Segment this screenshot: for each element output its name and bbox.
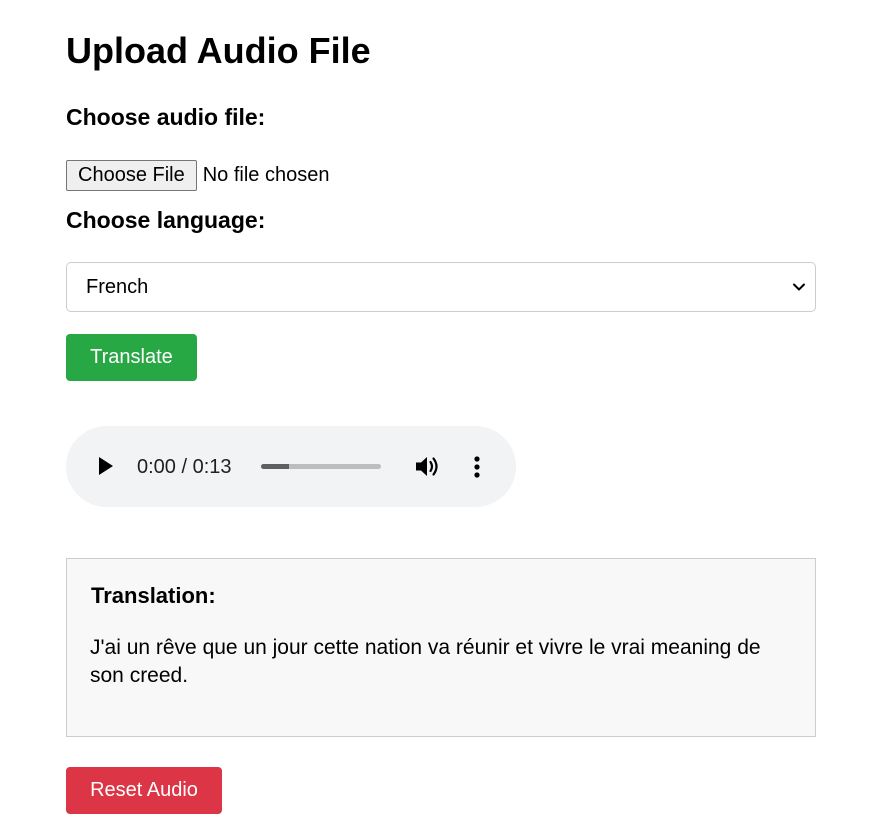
file-input[interactable]: Choose File No file chosen	[66, 159, 329, 191]
audio-seek-progress	[261, 464, 289, 469]
choose-file-button[interactable]: Choose File	[66, 159, 197, 191]
more-vert-icon[interactable]	[474, 456, 480, 478]
page: Upload Audio File Choose audio file: Cho…	[0, 0, 880, 836]
audio-seek-bar[interactable]	[261, 464, 381, 469]
volume-icon[interactable]	[416, 455, 441, 478]
audio-file-label: Choose audio file:	[66, 104, 266, 130]
translate-button[interactable]: Translate	[66, 334, 197, 381]
file-status-text: No file chosen	[202, 164, 330, 186]
language-selected-value: French	[86, 275, 149, 298]
chevron-down-icon	[793, 283, 805, 291]
translation-heading: Translation:	[91, 583, 216, 608]
language-select[interactable]: French	[66, 262, 816, 312]
page-title: Upload Audio File	[66, 30, 371, 71]
translation-text: J'ai un rêve que un jour cette nation va…	[90, 636, 761, 687]
play-icon[interactable]	[99, 457, 113, 475]
audio-player: 0:00 / 0:13	[66, 426, 516, 507]
language-label: Choose language:	[66, 207, 266, 233]
translation-result: Translation: J'ai un rêve que un jour ce…	[66, 558, 816, 737]
audio-time-display: 0:00 / 0:13	[137, 456, 232, 478]
reset-audio-button[interactable]: Reset Audio	[66, 767, 222, 814]
